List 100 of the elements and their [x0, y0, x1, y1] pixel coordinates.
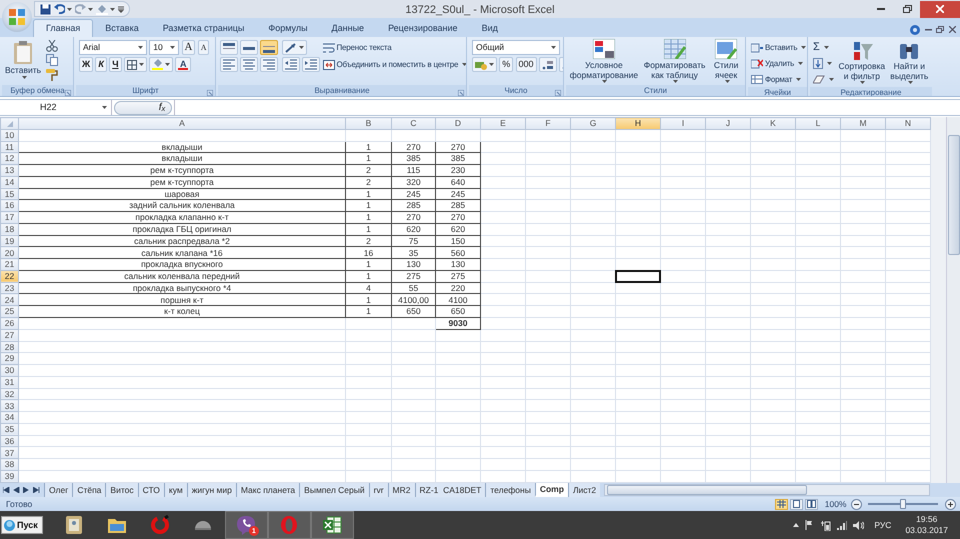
sheet-tab[interactable]: rvr — [368, 483, 388, 497]
sheet-tab[interactable]: Макс планета — [236, 483, 300, 497]
sheet-tab[interactable]: Лист2 — [568, 483, 600, 497]
column-header[interactable]: N — [886, 118, 930, 130]
vertical-align-button[interactable] — [240, 40, 258, 55]
italic-button[interactable]: К — [95, 57, 107, 72]
start-button[interactable]: Пуск — [1, 516, 43, 534]
ribbon-tab[interactable]: Вставка — [93, 19, 151, 37]
row-header[interactable]: 33 — [0, 400, 18, 412]
row-header[interactable]: 34 — [0, 412, 18, 424]
help-button[interactable] — [910, 24, 920, 35]
vertical-align-button[interactable] — [260, 40, 278, 55]
zoom-slider[interactable] — [900, 499, 906, 509]
column-header[interactable]: M — [840, 118, 886, 130]
sheet-tab[interactable]: СТО — [138, 483, 164, 497]
sheet-tab[interactable]: Стёпа — [72, 483, 106, 497]
view-button[interactable] — [790, 498, 803, 510]
row-header[interactable]: 16 — [0, 200, 18, 212]
horizontal-align-button[interactable] — [220, 57, 238, 72]
font-size-field[interactable]: 10 — [149, 40, 180, 55]
column-header[interactable]: D — [436, 118, 480, 130]
column-header[interactable]: H — [616, 118, 660, 130]
customize-button[interactable] — [118, 6, 124, 12]
sheet-tab[interactable]: Вымпел Серый — [299, 483, 369, 497]
row-header[interactable]: 19 — [0, 235, 18, 247]
sheet-nav-button[interactable] — [23, 487, 30, 493]
font-color-button[interactable]: A — [175, 57, 192, 72]
row-header[interactable]: 39 — [0, 470, 18, 482]
font-name-field[interactable]: Arial — [79, 40, 147, 55]
percent-button[interactable]: % — [499, 57, 514, 72]
sheet-tab[interactable]: MR2 — [388, 483, 414, 497]
view-button[interactable] — [774, 498, 788, 510]
language-indicator[interactable]: РУС — [874, 518, 892, 532]
sheet-tab[interactable]: кум — [164, 483, 187, 497]
styles-button[interactable]: Условное форматирование — [569, 39, 639, 83]
styles-button[interactable]: Форматировать как таблицу — [638, 39, 710, 83]
column-header[interactable]: I — [660, 118, 706, 130]
fill-button[interactable] — [813, 56, 834, 71]
ribbon-tab[interactable]: Данные — [320, 19, 376, 37]
ribbon-tab[interactable]: Вид — [470, 19, 510, 37]
ribbon-tab[interactable]: Рецензирование — [376, 19, 470, 37]
column-header[interactable]: B — [346, 118, 392, 130]
save-button[interactable] — [40, 4, 51, 14]
cells-button[interactable]: Удалить — [751, 56, 804, 71]
horizontal-scrollbar[interactable] — [604, 484, 930, 496]
row-header[interactable]: 24 — [0, 294, 18, 306]
taskbar-button[interactable] — [310, 511, 354, 539]
styles-button[interactable]: Стили ячеек — [710, 39, 742, 83]
row-header[interactable]: 35 — [0, 423, 18, 436]
shrink-font-button[interactable]: A — [198, 40, 210, 55]
increase-indent-button[interactable] — [302, 57, 320, 72]
row-header[interactable]: 17 — [0, 212, 18, 224]
row-header[interactable]: 10 — [0, 129, 18, 142]
editing-button[interactable]: Сортировка и фильтр — [838, 40, 886, 84]
wrap-text-button[interactable]: Перенос текста — [322, 40, 466, 55]
borders-button[interactable] — [124, 57, 147, 72]
sheet-tab[interactable]: телефоны — [485, 483, 535, 497]
name-box[interactable]: H22 — [0, 100, 112, 115]
grow-font-button[interactable]: A — [182, 40, 196, 55]
sheet-nav-button[interactable] — [33, 487, 40, 493]
minimize-button[interactable] — [924, 28, 932, 31]
orientation-button[interactable] — [282, 40, 308, 55]
row-header[interactable]: 20 — [0, 246, 18, 259]
zoom-out-button[interactable] — [851, 498, 862, 510]
row-header[interactable]: 36 — [0, 435, 18, 447]
increase-decimal-button[interactable] — [538, 57, 557, 72]
editing-button[interactable]: Найти и выделить — [890, 40, 929, 84]
horizontal-align-button[interactable] — [240, 57, 258, 72]
column-header[interactable]: A — [18, 118, 346, 130]
row-header[interactable]: 12 — [0, 152, 18, 165]
row-header[interactable]: 18 — [0, 223, 18, 236]
row-header[interactable]: 26 — [0, 318, 18, 330]
row-header[interactable]: 14 — [0, 176, 18, 188]
insert-function-button[interactable]: f$_{x}$ — [114, 100, 172, 114]
fill-button[interactable] — [96, 4, 115, 14]
fill-color-button[interactable] — [149, 57, 174, 72]
row-header[interactable]: 32 — [0, 388, 18, 400]
row-header[interactable]: 29 — [0, 352, 18, 365]
zoom-in-button[interactable] — [944, 498, 956, 510]
cut-button[interactable] — [46, 40, 58, 52]
tray-expand-button[interactable] — [792, 523, 799, 527]
sheet-tab[interactable]: Comp — [534, 483, 568, 497]
horizontal-align-button[interactable] — [260, 57, 278, 72]
row-header[interactable]: 23 — [0, 282, 18, 294]
row-header[interactable]: 28 — [0, 341, 18, 353]
sheet-tab[interactable]: RZ-1 CA18DET — [414, 483, 486, 497]
restore-button[interactable] — [936, 26, 944, 34]
cells-button[interactable]: Вставить — [751, 40, 806, 55]
sheet-nav-button[interactable] — [13, 487, 20, 493]
vertical-scrollbar[interactable] — [946, 117, 960, 483]
row-header[interactable]: 13 — [0, 164, 18, 176]
view-button[interactable] — [805, 498, 818, 510]
column-header[interactable]: K — [750, 118, 796, 130]
cells-button[interactable]: Формат — [751, 72, 802, 87]
close-button[interactable] — [948, 26, 956, 34]
row-header[interactable]: 30 — [0, 364, 18, 376]
sheet-nav-button[interactable] — [3, 487, 10, 493]
copy-button[interactable] — [46, 54, 58, 66]
underline-button[interactable]: Ч — [109, 57, 122, 72]
row-header[interactable]: 25 — [0, 306, 18, 318]
